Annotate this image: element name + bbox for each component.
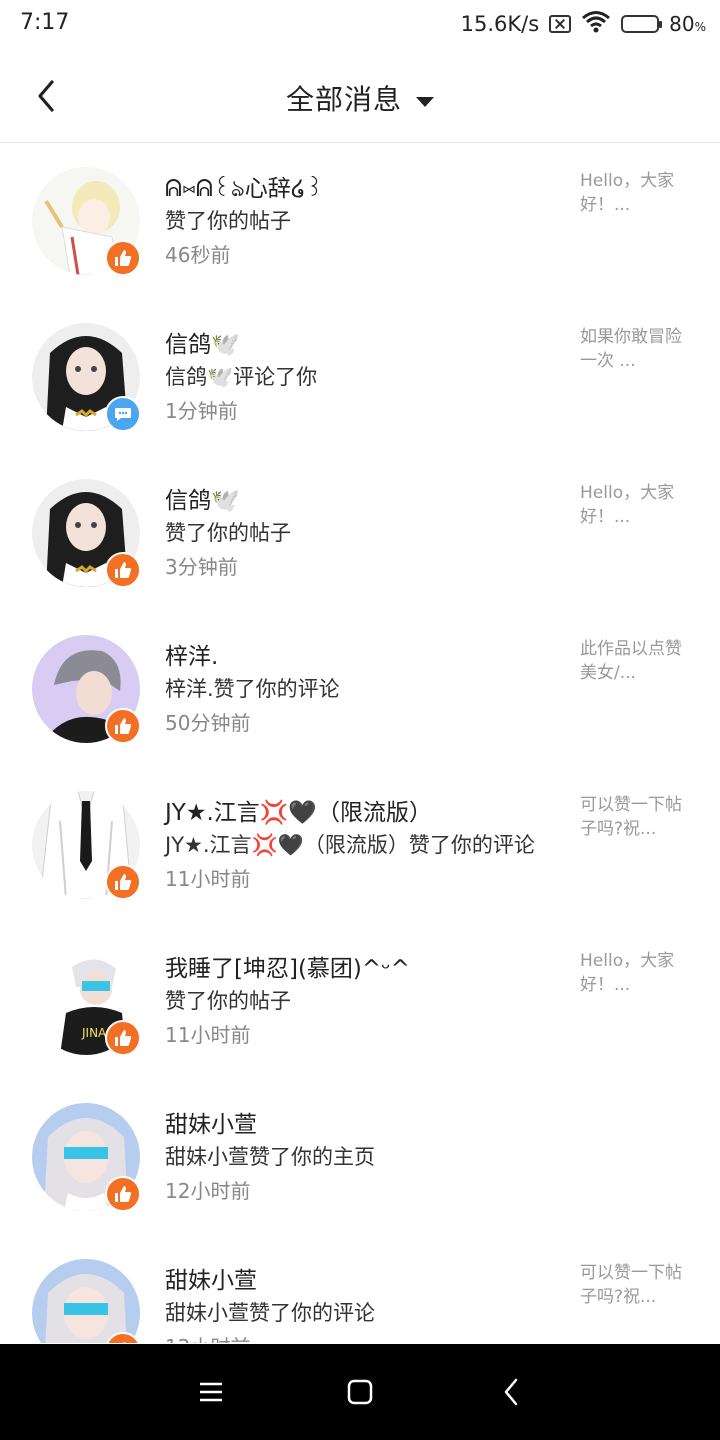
network-speed: 15.6K/s — [460, 12, 540, 36]
home-square-icon — [347, 1379, 373, 1405]
message-item[interactable]: 梓洋. 梓洋.赞了你的评论 50分钟前 此作品以点赞美女/... — [0, 611, 720, 767]
post-preview[interactable]: 如果你敢冒险一次 ... — [580, 325, 698, 373]
like-badge — [105, 552, 141, 588]
message-time: 12小时前 — [165, 1331, 250, 1343]
battery-icon — [621, 15, 663, 33]
thumbs-up-icon — [115, 874, 132, 890]
message-action: 甜妹小萱赞了你的评论 — [165, 1301, 375, 1325]
comment-badge — [105, 396, 141, 432]
message-list[interactable]: ᕱ⑅︎ᕱ꒰ঌ心辞໒꒱ 赞了你的帖子 46秒前 Hello，大家好！... 信鸽🕊… — [0, 143, 720, 1343]
post-preview[interactable]: Hello，大家好！... — [580, 169, 698, 217]
message-item[interactable]: ᕱ⑅︎ᕱ꒰ঌ心辞໒꒱ 赞了你的帖子 46秒前 Hello，大家好！... — [0, 143, 720, 299]
battery-percent-value: 80 — [669, 12, 695, 36]
battery-percent: 80% — [669, 12, 706, 36]
back-triangle-icon — [504, 1378, 518, 1406]
sender-name[interactable]: 我睡了[坤忍](慕团)^ᵕ^ — [165, 949, 410, 983]
message-action: 信鸽🕊️评论了你 — [165, 365, 318, 389]
thumbs-up-icon — [115, 250, 132, 266]
post-preview[interactable]: 可以赞一下帖子吗?祝... — [580, 793, 698, 841]
like-badge — [105, 240, 141, 276]
sender-name[interactable]: 甜妹小萱 — [165, 1105, 257, 1139]
message-action: 甜妹小萱赞了你的主页 — [165, 1145, 375, 1169]
message-action: 赞了你的帖子 — [165, 521, 291, 545]
message-item[interactable]: 甜妹小萱 甜妹小萱赞了你的评论 12小时前 可以赞一下帖子吗?祝... — [0, 1235, 720, 1343]
message-item[interactable]: JINA 我睡了[坤忍](慕团)^ᵕ^ 赞了你的帖子 11小时前 Hello，大… — [0, 923, 720, 1079]
sender-name[interactable]: 甜妹小萱 — [165, 1261, 257, 1295]
status-time: 7:17 — [20, 10, 70, 35]
wifi-icon — [581, 10, 611, 39]
home-button[interactable] — [342, 1374, 378, 1410]
sim-disabled-icon — [549, 15, 572, 33]
thumbs-up-icon — [123, 1342, 126, 1343]
thumbs-up-icon — [115, 718, 132, 734]
avatar[interactable] — [32, 1259, 140, 1343]
top-bar: 全部消息 — [0, 50, 720, 143]
message-time: 11小时前 — [165, 1023, 251, 1047]
thumbs-up-icon — [115, 1186, 132, 1202]
sender-name[interactable]: 信鸽🕊️ — [165, 481, 240, 515]
sender-name[interactable]: JY★.江言💢🖤（限流版） — [165, 793, 432, 827]
like-badge — [105, 864, 141, 900]
sender-name[interactable]: 梓洋. — [165, 637, 218, 671]
post-preview[interactable]: Hello，大家好！... — [580, 949, 698, 997]
message-time: 12小时前 — [165, 1179, 251, 1203]
message-item[interactable]: 信鸽🕊️ 赞了你的帖子 3分钟前 Hello，大家好！... — [0, 455, 720, 611]
post-preview[interactable]: Hello，大家好！... — [580, 481, 698, 529]
page-title: 全部消息 — [285, 83, 402, 116]
post-preview[interactable]: 可以赞一下帖子吗?祝... — [580, 1261, 698, 1309]
message-action: 赞了你的帖子 — [165, 989, 291, 1013]
status-icons: 15.6K/s 80% — [461, 10, 706, 38]
menu-button[interactable] — [193, 1374, 229, 1410]
menu-icon — [200, 1382, 222, 1402]
system-back-button[interactable] — [494, 1374, 530, 1410]
like-badge — [105, 708, 141, 744]
message-filter-dropdown[interactable]: 全部消息 — [0, 78, 720, 118]
message-time: 11小时前 — [165, 867, 251, 891]
message-action: 赞了你的帖子 — [165, 209, 291, 233]
comment-icon — [115, 408, 131, 421]
message-item[interactable]: JY★.江言💢🖤（限流版） JY★.江言💢🖤（限流版）赞了你的评论 11小时前 … — [0, 767, 720, 923]
message-action: JY★.江言💢🖤（限流版）赞了你的评论 — [165, 833, 535, 857]
message-time: 50分钟前 — [165, 711, 251, 735]
message-item[interactable]: 信鸽🕊️ 信鸽🕊️评论了你 1分钟前 如果你敢冒险一次 ... — [0, 299, 720, 455]
message-time: 46秒前 — [165, 243, 231, 267]
caret-down-icon — [416, 96, 434, 107]
message-time: 3分钟前 — [165, 555, 238, 579]
message-item[interactable]: 甜妹小萱 甜妹小萱赞了你的主页 12小时前 — [0, 1079, 720, 1235]
thumbs-up-icon — [115, 1030, 132, 1046]
battery-percent-unit: % — [694, 20, 706, 34]
system-nav-bar — [0, 1344, 720, 1440]
sender-name[interactable]: ᕱ⑅︎ᕱ꒰ঌ心辞໒꒱ — [165, 169, 323, 209]
sender-name[interactable]: 信鸽🕊️ — [165, 325, 240, 359]
like-badge — [105, 1176, 141, 1212]
like-badge — [105, 1020, 141, 1056]
thumbs-up-icon — [115, 562, 132, 578]
message-time: 1分钟前 — [165, 399, 238, 423]
post-preview[interactable]: 此作品以点赞美女/... — [580, 637, 698, 685]
status-bar: 7:17 15.6K/s 80% — [0, 0, 720, 50]
svg-text:JINA: JINA — [81, 1026, 107, 1040]
message-action: 梓洋.赞了你的评论 — [165, 677, 340, 701]
